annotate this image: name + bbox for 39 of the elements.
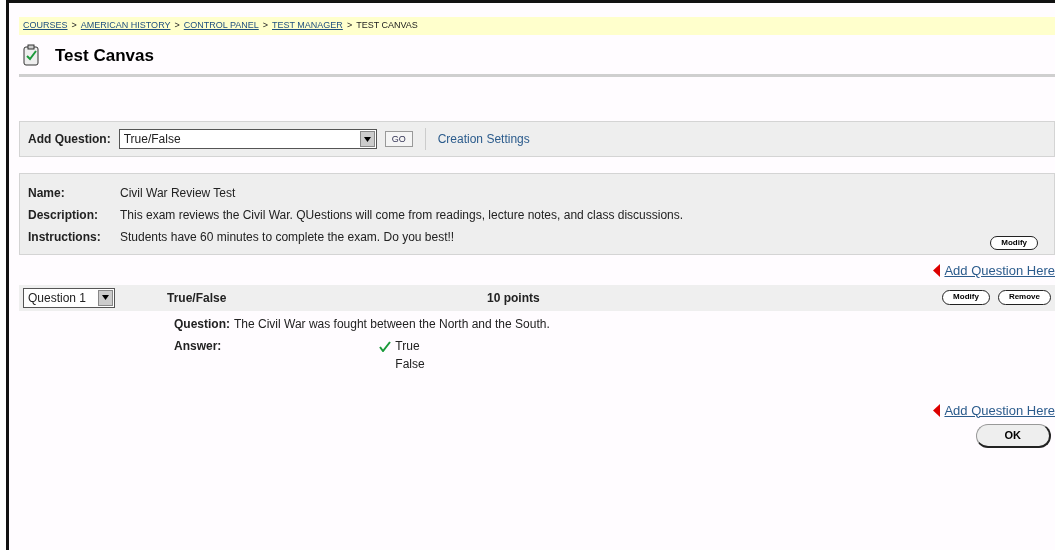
modify-button[interactable]: Modify	[990, 235, 1038, 250]
add-question-label: Add Question:	[28, 131, 111, 148]
question-points: 10 points	[487, 289, 540, 307]
field-label: Description:	[28, 207, 99, 224]
dropdown-arrow-icon	[102, 295, 109, 300]
field-label: Name:	[28, 185, 66, 202]
field-value: This exam reviews the Civil War. QUestions will come from readings, lecture notes, and class discussions.	[120, 207, 684, 224]
dropdown-arrow-icon	[363, 136, 371, 142]
clipboard-check-icon	[23, 44, 39, 67]
breadcrumb-link[interactable]: AMERICAN HISTORY	[80, 19, 171, 33]
question-number-select[interactable]: Question 1	[23, 287, 115, 308]
go-button[interactable]: GO	[384, 130, 413, 148]
remove-button[interactable]: Remove	[997, 290, 1051, 305]
creation-settings-link[interactable]: Creation Settings	[437, 130, 530, 148]
breadcrumb-link[interactable]: TEST MANAGER	[272, 19, 343, 33]
answer-option: True	[395, 336, 420, 355]
breadcrumb-link[interactable]: CONTROL PANEL	[183, 19, 259, 33]
breadcrumb-separator: >	[262, 19, 268, 32]
field-label: Instructions:	[28, 229, 102, 246]
question-text: The Civil War was fought between the North and the South.	[234, 316, 550, 331]
question-type: True/False	[167, 289, 228, 307]
left-triangle-icon	[933, 403, 941, 417]
left-triangle-icon	[933, 264, 941, 278]
breadcrumb-separator: >	[71, 19, 77, 32]
breadcrumb-link[interactable]: COURSES	[23, 19, 68, 33]
field-value: Civil War Review Test	[120, 185, 236, 202]
breadcrumb-current: TEST CANVAS	[356, 19, 418, 32]
field-value: Students have 60 minutes to complete the exam. Do you best!!	[120, 229, 455, 246]
breadcrumb-separator: >	[346, 19, 353, 32]
ok-button[interactable]: OK	[975, 424, 1051, 448]
add-question-here-link[interactable]: Add Question Here	[944, 400, 1055, 420]
answer-option: False	[395, 354, 425, 373]
answer-label: Answer:	[174, 337, 222, 355]
page-title: Test Canvas	[55, 44, 154, 67]
add-question-here-link[interactable]: Add Question Here	[944, 261, 1055, 281]
question-type-select[interactable]: True/False	[118, 129, 377, 149]
question-label: Question:	[174, 316, 230, 331]
modify-button[interactable]: Modify	[942, 290, 990, 305]
breadcrumb-separator: >	[174, 19, 180, 32]
